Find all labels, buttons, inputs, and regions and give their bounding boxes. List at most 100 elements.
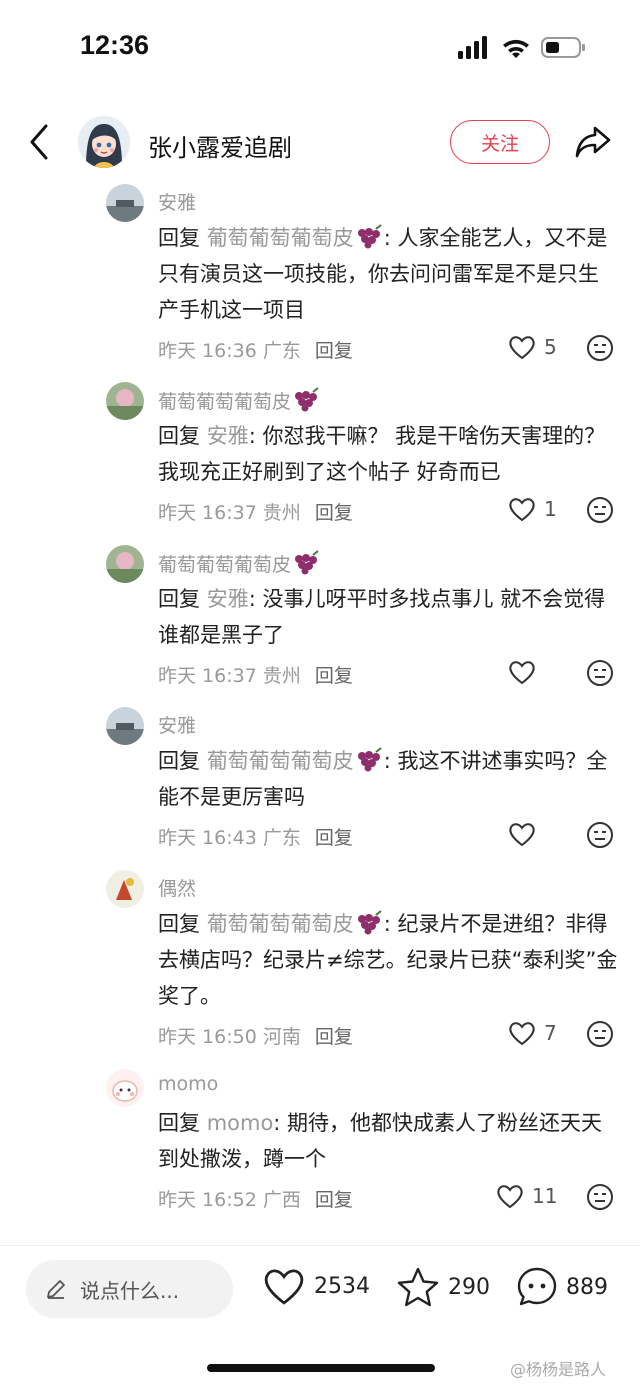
comment-meta: 昨天 16:37 贵州 回复 [158, 498, 353, 525]
reply-word: 回复 [158, 749, 200, 773]
comment-input[interactable]: 说点什么... [26, 1260, 233, 1318]
like-button[interactable] [508, 659, 544, 685]
comment-text[interactable]: 回复 葡萄葡萄葡萄皮: 纪录片不是进组？非得去横店吗？纪录片≠综艺。纪录片已获“… [158, 906, 618, 1014]
reply-target-name[interactable]: 安雅 [207, 424, 249, 448]
grape-emoji-icon [357, 224, 382, 249]
watermark: @杨杨是路人 [510, 1360, 607, 1379]
post-collect-count: 290 [448, 1274, 490, 1300]
commenter-name[interactable]: 安雅 [158, 188, 196, 215]
comment-time-location: 昨天 16:37 贵州 [158, 665, 301, 687]
commenter-name[interactable]: 安雅 [158, 711, 196, 738]
status-icons [458, 36, 585, 59]
commenter-name[interactable]: momo [158, 1073, 218, 1095]
comment-text[interactable]: 回复 momo: 期待，他都快成素人了粉丝还天天到处撒泼，蹲一个 [158, 1105, 618, 1177]
post-like-count: 2534 [314, 1273, 370, 1299]
commenter-name[interactable]: 葡萄葡萄葡萄皮 [158, 549, 321, 577]
reply-word: 回复 [158, 424, 200, 448]
post-like-button[interactable]: 2534 [262, 1266, 370, 1306]
heart-icon [509, 1022, 535, 1046]
emoji-reaction-icon[interactable] [586, 496, 614, 524]
reply-button[interactable]: 回复 [315, 1026, 353, 1048]
commenter-name[interactable]: 偶然 [158, 874, 196, 901]
grape-emoji-icon [357, 747, 382, 772]
author-name[interactable]: 张小露爱追剧 [148, 128, 292, 163]
share-icon[interactable] [574, 124, 612, 160]
comment-time-location: 昨天 16:36 广东 [158, 340, 301, 362]
comment-text[interactable]: 回复 安雅: 没事儿呀平时多找点事儿 就不会觉得谁都是黑子了 [158, 581, 618, 653]
comment-bubble-icon [517, 1267, 557, 1306]
emoji-reaction-icon[interactable] [586, 821, 614, 849]
emoji-reaction-icon[interactable] [586, 659, 614, 687]
like-button[interactable]: 5 [508, 334, 557, 360]
comment-input-placeholder: 说点什么... [80, 1278, 180, 1303]
commenter-avatar[interactable] [106, 382, 144, 420]
reply-target-name[interactable]: 葡萄葡萄葡萄皮 [207, 749, 354, 773]
reply-target-name[interactable]: 葡萄葡萄葡萄皮 [207, 226, 354, 250]
comment-time-location: 昨天 16:50 河南 [158, 1026, 301, 1048]
signal-icon [458, 36, 487, 59]
comment-text[interactable]: 回复 葡萄葡萄葡萄皮: 我这不讲述事实吗？全能不是更厉害吗 [158, 743, 618, 815]
grape-emoji-icon [295, 387, 319, 412]
reply-button[interactable]: 回复 [315, 665, 353, 687]
like-count: 5 [544, 335, 557, 359]
battery-icon [541, 37, 585, 58]
reply-word: 回复 [158, 587, 200, 611]
status-time: 12:36 [80, 30, 150, 60]
comment-meta: 昨天 16:52 广西 回复 [158, 1185, 353, 1212]
commenter-avatar[interactable] [106, 870, 144, 908]
pencil-icon [47, 1280, 65, 1299]
comment-time-location: 昨天 16:37 贵州 [158, 502, 301, 524]
author-avatar[interactable] [78, 116, 130, 168]
heart-icon [509, 661, 535, 685]
comment-meta: 昨天 16:37 贵州 回复 [158, 661, 353, 688]
comment-meta: 昨天 16:50 河南 回复 [158, 1022, 353, 1049]
commenter-avatar[interactable] [106, 707, 144, 745]
reply-target-name[interactable]: momo [207, 1111, 274, 1135]
heart-icon [509, 498, 535, 522]
heart-icon [497, 1185, 523, 1209]
like-button[interactable]: 7 [508, 1020, 557, 1046]
home-indicator[interactable] [207, 1364, 435, 1372]
comment-text[interactable]: 回复 安雅: 你怼我干嘛？ 我是干啥伤天害理的？ 我现充正好刷到了这个帖子 好奇… [158, 418, 618, 490]
comment-time-location: 昨天 16:43 广东 [158, 827, 301, 849]
heart-icon [509, 336, 535, 360]
reply-button[interactable]: 回复 [315, 827, 353, 849]
commenter-name[interactable]: 葡萄葡萄葡萄皮 [158, 386, 321, 414]
like-count: 1 [544, 497, 557, 521]
comment-meta: 昨天 16:43 广东 回复 [158, 823, 353, 850]
reply-word: 回复 [158, 912, 200, 936]
heart-icon [264, 1269, 304, 1305]
like-count: 7 [544, 1021, 557, 1045]
comment-text[interactable]: 回复 葡萄葡萄葡萄皮: 人家全能艺人，又不是只有演员这一项技能，你去问问雷军是不… [158, 220, 618, 328]
comment-time-location: 昨天 16:52 广西 [158, 1189, 301, 1211]
reply-target-name[interactable]: 安雅 [207, 587, 249, 611]
reply-button[interactable]: 回复 [315, 502, 353, 524]
like-button[interactable]: 11 [496, 1183, 557, 1209]
post-comment-count: 889 [566, 1274, 608, 1300]
follow-button[interactable]: 关注 [450, 120, 550, 164]
reply-word: 回复 [158, 1111, 200, 1135]
like-button[interactable] [508, 821, 544, 847]
commenter-avatar[interactable] [106, 545, 144, 583]
post-comment-button[interactable]: 889 [516, 1266, 608, 1308]
grape-emoji-icon [295, 550, 319, 575]
star-icon [397, 1267, 439, 1307]
reply-target-name[interactable]: 葡萄葡萄葡萄皮 [207, 912, 354, 936]
post-collect-button[interactable]: 290 [396, 1266, 490, 1308]
back-arrow-icon[interactable] [24, 122, 56, 162]
like-button[interactable]: 1 [508, 496, 557, 522]
wifi-icon [503, 39, 529, 58]
like-count: 11 [532, 1184, 558, 1208]
commenter-avatar[interactable] [106, 1069, 144, 1107]
reply-button[interactable]: 回复 [315, 1189, 353, 1211]
emoji-reaction-icon[interactable] [586, 1183, 614, 1211]
emoji-reaction-icon[interactable] [586, 1020, 614, 1048]
commenter-avatar[interactable] [106, 184, 144, 222]
reply-word: 回复 [158, 226, 200, 250]
heart-icon [509, 823, 535, 847]
comment-meta: 昨天 16:36 广东 回复 [158, 336, 353, 363]
reply-button[interactable]: 回复 [315, 340, 353, 362]
grape-emoji-icon [357, 910, 382, 935]
bottom-divider [0, 1245, 640, 1246]
emoji-reaction-icon[interactable] [586, 334, 614, 362]
